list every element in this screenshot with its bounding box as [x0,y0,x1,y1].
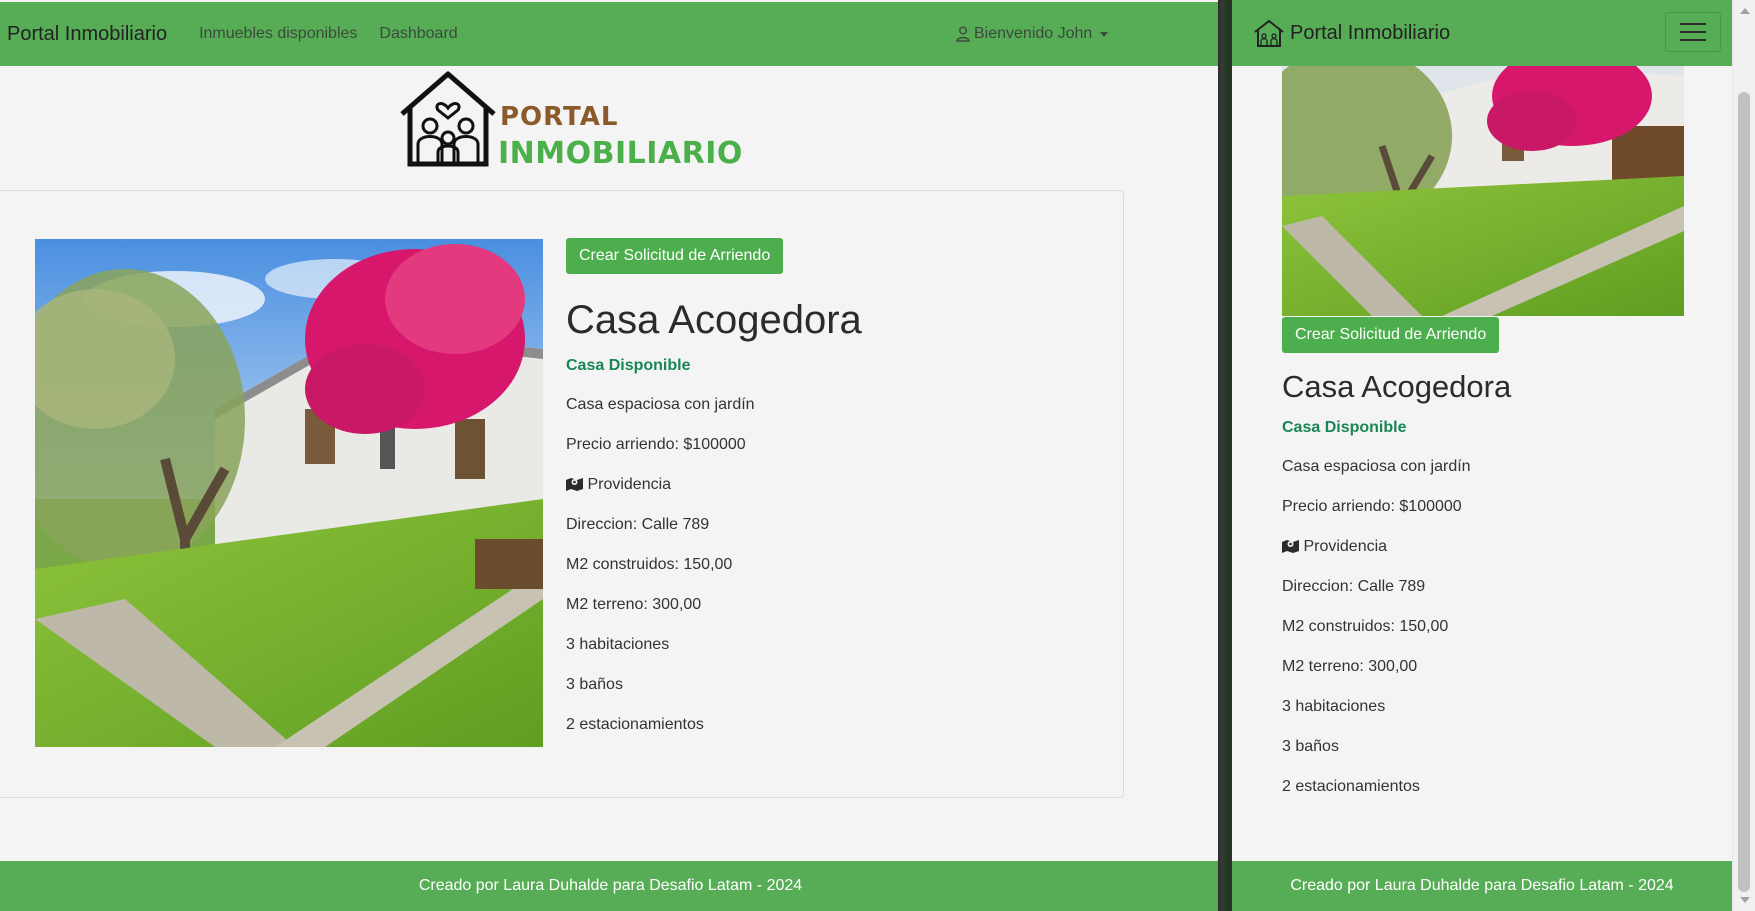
mobile-footer-text: Creado por Laura Duhalde para Desafio La… [1290,877,1674,894]
property-commune: Providencia [566,474,1086,495]
nav-link-inmuebles[interactable]: Inmuebles disponibles [199,25,357,43]
create-rental-request-button[interactable]: Crear Solicitud de Arriendo [566,238,784,274]
house-family-icon [400,71,496,167]
mobile-availability-status: Casa Disponible [1282,419,1407,436]
property-photo [35,239,543,747]
page-footer: Creado por Laura Duhalde para Desafio La… [0,861,1221,911]
mobile-navbar: Portal Inmobiliario [1232,0,1732,66]
nav-link-dashboard[interactable]: Dashboard [379,25,457,43]
hamburger-icon[interactable] [1665,12,1721,52]
footer-text: Creado por Laura Duhalde para Desafio La… [418,877,803,894]
vertical-scrollbar[interactable] [1732,0,1755,911]
mobile-property-description: Casa espaciosa con jardín [1282,458,1471,475]
scrollbar-thumb[interactable] [1738,92,1750,892]
mobile-property-bathrooms: 3 baños [1282,738,1339,755]
mobile-property-commune: Providencia [1282,536,1702,557]
mobile-property-price: Precio arriendo: $100000 [1282,498,1462,515]
property-description: Casa espaciosa con jardín [566,396,755,413]
mobile-property-title: Casa Acogedora [1282,369,1512,404]
mobile-create-rental-request-button[interactable]: Crear Solicitud de Arriendo [1282,317,1500,353]
chevron-down-icon [1100,31,1109,37]
navbar-brand[interactable]: Portal Inmobiliario [0,23,167,46]
user-greeting: Bienvenido John [974,25,1093,42]
logo-text-portal: PORTAL [500,102,619,132]
person-icon [956,26,970,42]
property-parking: 2 estacionamientos [566,716,704,733]
property-rooms: 3 habitaciones [566,636,670,653]
property-title: Casa Acogedora [566,298,862,342]
window-divider [1218,0,1232,911]
property-details: Crear Solicitud de Arriendo Casa Acogedo… [566,238,1086,735]
portal-logo: PORTAL INMOBILIARIO [398,70,742,171]
availability-status: Casa Disponible [566,357,691,374]
mobile-property-address: Direccion: Calle 789 [1282,578,1426,595]
mobile-property-rooms: 3 habitaciones [1282,698,1386,715]
property-m2-land: M2 terreno: 300,00 [566,596,702,613]
user-dropdown[interactable]: Bienvenido John [956,2,1109,66]
mobile-view: Portal Inmobiliario Crear Solicitud de A… [1232,0,1732,911]
mobile-property-photo [1282,66,1684,316]
property-price: Precio arriendo: $100000 [566,436,746,453]
mobile-page-footer: Creado por Laura Duhalde para Desafio La… [1232,861,1732,911]
map-marker-icon [566,478,583,491]
house-family-icon [1254,19,1284,47]
desktop-view: Portal Inmobiliario Inmuebles disponible… [0,0,1221,911]
mobile-navbar-brand[interactable]: Portal Inmobiliario [1232,19,1450,47]
scroll-up-arrow-icon[interactable] [1740,8,1750,14]
mobile-brand-text: Portal Inmobiliario [1290,21,1451,44]
commune-label: Providencia [587,476,672,493]
property-m2-built: M2 construidos: 150,00 [566,556,733,573]
mobile-property-m2-built: M2 construidos: 150,00 [1282,618,1449,635]
top-navbar: Portal Inmobiliario Inmuebles disponible… [0,2,1221,66]
property-address: Direccion: Calle 789 [566,516,710,533]
mobile-property-parking: 2 estacionamientos [1282,778,1420,795]
property-bathrooms: 3 baños [566,676,623,693]
mobile-property-m2-land: M2 terreno: 300,00 [1282,658,1418,675]
mobile-commune-label: Providencia [1303,538,1388,555]
browser-stage: Portal Inmobiliario Inmuebles disponible… [0,0,1755,911]
map-marker-icon [1282,540,1299,553]
logo-text-inmobiliario: INMOBILIARIO [498,136,743,171]
mobile-property-details: Crear Solicitud de Arriendo Casa Acogedo… [1282,317,1702,797]
scroll-down-arrow-icon[interactable] [1740,897,1750,903]
